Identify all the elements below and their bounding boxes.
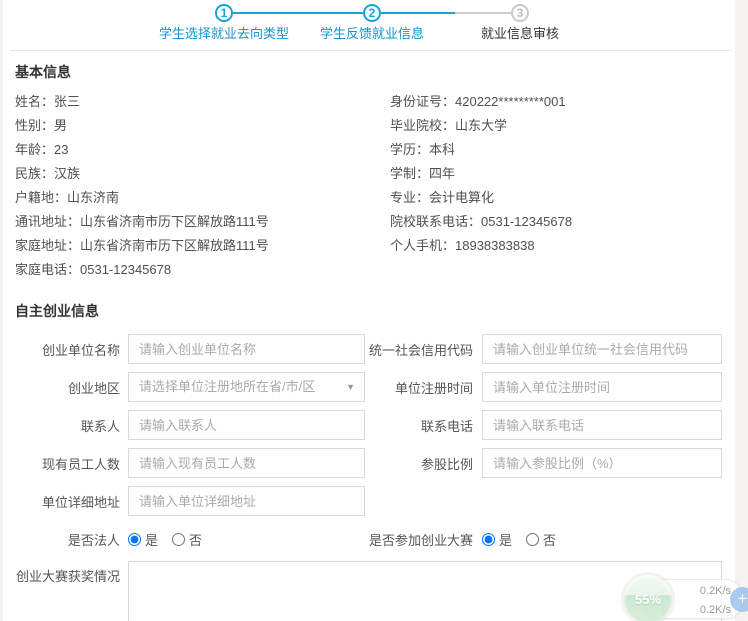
credit-code-label: 统一社会信用代码 [365,340,473,359]
basic-info-title: 基本信息 [15,62,733,82]
info-item-registered-residence: 户籍地：山东济南 [15,186,390,210]
info-item-mailing-address: 通讯地址：山东省济南市历下区解放路111号 [15,210,390,234]
region-label: 创业地区 [15,378,120,397]
competition-no-radio[interactable] [526,533,539,546]
award-label: 创业大赛获奖情况 [15,561,120,585]
upload-speed-value: 0.2K/s [673,585,731,597]
employees-label: 现有员工人数 [15,454,120,473]
info-item-degree: 学历：本科 [390,138,572,162]
info-item-mobile-phone: 个人手机：18938383838 [390,234,572,258]
chevron-down-icon: ▼ [346,373,355,401]
startup-info-title: 自主创业信息 [15,301,733,321]
register-time-label: 单位注册时间 [365,378,473,397]
contact-input[interactable] [128,410,365,440]
basic-info-section: 基本信息 姓名：张三 性别：男 年龄：23 民族：汉族 户籍地：山东济南 通讯地… [15,62,733,282]
competition-yes-label: 是 [499,530,512,549]
credit-code-input[interactable] [482,334,722,364]
step-3-label: 就业信息审核 [420,23,620,42]
info-item-school-phone: 院校联系电话：0531-12345678 [390,210,572,234]
unit-address-input[interactable] [128,486,365,516]
basic-info-left-column: 姓名：张三 性别：男 年龄：23 民族：汉族 户籍地：山东济南 通讯地址：山东省… [15,90,390,282]
contact-phone-label: 联系电话 [365,416,473,435]
is-legal-person-label: 是否法人 [15,530,120,549]
is-legal-person-yes-radio[interactable] [128,533,141,546]
plus-button[interactable]: + [730,587,748,612]
memory-usage-ball[interactable]: 55% [624,575,672,621]
region-select[interactable]: 请选择单位注册地所在省/市/区 ▼ [128,372,365,402]
info-item-home-address: 家庭地址：山东省济南市历下区解放路111号 [15,234,390,258]
step-1-circle: 1 [215,4,233,22]
share-ratio-label: 参股比例 [365,454,473,473]
download-speed-value: 0.2K/s [673,604,731,616]
info-item-school-system: 学制：四年 [390,162,572,186]
basic-info-right-column: 身份证号：420222*********001 毕业院校：山东大学 学历：本科 … [390,90,572,282]
contact-label: 联系人 [15,416,120,435]
progress-stepper: 1 2 3 学生选择就业去向类型 学生反馈就业信息 就业信息审核 [0,0,748,50]
region-select-placeholder: 请选择单位注册地所在省/市/区 [139,379,315,394]
unit-address-label: 单位详细地址 [15,492,120,511]
info-item-age: 年龄：23 [15,138,390,162]
company-name-label: 创业单位名称 [15,340,120,359]
competition-label: 是否参加创业大赛 [365,530,473,549]
info-item-graduated-school: 毕业院校：山东大学 [390,114,572,138]
info-item-major: 专业：会计电算化 [390,186,572,210]
stepper-line-1-2 [233,12,363,14]
info-item-gender: 性别：男 [15,114,390,138]
student-employment-form-page: 1 2 3 学生选择就业去向类型 学生反馈就业信息 就业信息审核 基本信息 姓名… [0,0,748,621]
step-2-circle: 2 [363,4,381,22]
contact-phone-input[interactable] [482,410,722,440]
competition-yes-radio[interactable] [482,533,495,546]
info-item-id-number: 身份证号：420222*********001 [390,90,572,114]
stepper-line-2-3-done [381,12,455,14]
share-ratio-input[interactable] [482,448,722,478]
is-legal-person-no-label: 否 [189,530,202,549]
plus-icon: + [738,589,748,608]
info-item-name: 姓名：张三 [15,90,390,114]
competition-radio-group: 是 否 [482,530,570,549]
left-edge-strip [0,0,3,621]
info-item-ethnicity: 民族：汉族 [15,162,390,186]
memory-usage-percent: 55% [635,592,661,607]
competition-no-label: 否 [543,530,556,549]
employees-input[interactable] [128,448,365,478]
right-edge-strip [735,0,748,621]
is-legal-person-yes-label: 是 [145,530,158,549]
stepper-line-2-3-pending [455,12,511,14]
header-divider [10,50,732,51]
startup-info-section: 自主创业信息 创业单位名称 统一社会信用代码 创业地区 请选择单位注册地所在省/… [15,301,733,621]
register-time-input[interactable] [482,372,722,402]
company-name-input[interactable] [128,334,365,364]
step-3-circle: 3 [511,4,529,22]
is-legal-person-radio-group: 是 否 [128,530,365,549]
info-item-home-phone: 家庭电话：0531-12345678 [15,258,390,282]
is-legal-person-no-radio[interactable] [172,533,185,546]
